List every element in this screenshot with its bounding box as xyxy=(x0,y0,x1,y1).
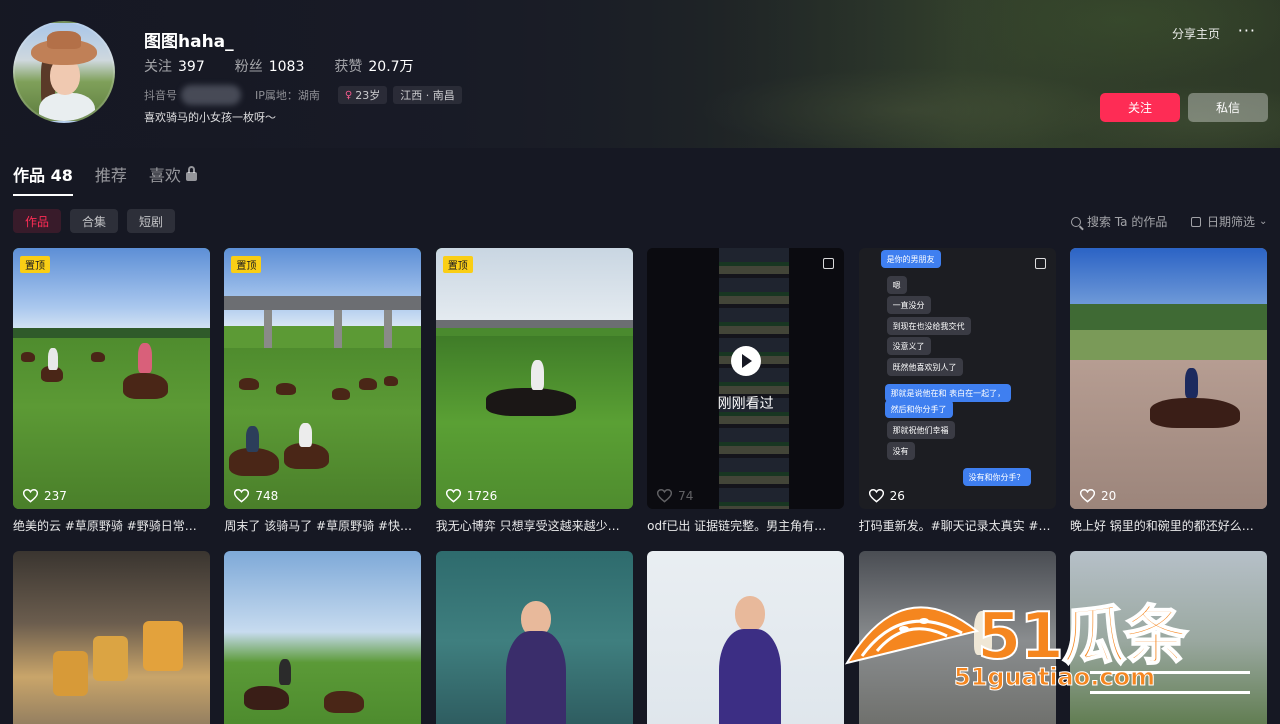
pinned-badge: 置顶 xyxy=(20,256,50,273)
sub-tabs: 作品 合集 短剧 xyxy=(13,209,176,233)
video-thumbnail[interactable]: 20 xyxy=(1069,248,1267,509)
recently-watched-label: 刚刚看过 xyxy=(717,396,774,412)
video-card[interactable] xyxy=(1069,551,1267,724)
profile-tabs: 作品 48 推荐 喜欢 xyxy=(13,162,197,196)
heart-icon xyxy=(1079,489,1095,503)
video-thumbnail[interactable] xyxy=(224,551,422,724)
gallery-icon xyxy=(823,258,835,269)
like-count: 237 xyxy=(23,489,67,503)
share-profile-button[interactable]: 分享主页 xyxy=(1172,25,1220,42)
heart-icon xyxy=(234,489,250,503)
follow-button[interactable]: 关注 xyxy=(1100,93,1180,122)
video-card[interactable] xyxy=(13,551,210,724)
more-options-icon[interactable]: ··· xyxy=(1238,21,1256,40)
like-count: 748 xyxy=(234,489,278,503)
video-thumbnail[interactable]: 置顶 1726 xyxy=(435,248,633,509)
profile-stats: 关注 397 粉丝 1083 获赞 20.7万 xyxy=(144,56,414,76)
video-thumbnail[interactable] xyxy=(435,551,633,724)
video-thumbnail[interactable] xyxy=(1069,551,1267,724)
avatar[interactable] xyxy=(13,21,115,123)
like-count: 1726 xyxy=(445,489,497,503)
video-caption[interactable]: odf已出 证据链完整。男主角有… xyxy=(647,518,844,534)
stat-following[interactable]: 关注 397 xyxy=(144,56,205,76)
like-count: 20 xyxy=(1079,489,1116,503)
video-card[interactable] xyxy=(858,551,1056,724)
stat-followers[interactable]: 粉丝 1083 xyxy=(235,56,305,76)
video-thumbnail[interactable] xyxy=(858,551,1056,724)
video-card[interactable]: 置顶 748 周末了 该骑马了 #草原野骑 #快… xyxy=(224,248,422,534)
video-card[interactable]: 置顶 1726 我无心博弈 只想享受这越来越少… xyxy=(435,248,633,534)
subtab-collections[interactable]: 合集 xyxy=(70,209,119,233)
video-card[interactable]: 20 晚上好 锅里的和碗里的都还好么… xyxy=(1069,248,1267,534)
tab-works[interactable]: 作品 48 xyxy=(13,162,73,196)
video-thumbnail[interactable]: 置顶 237 xyxy=(13,248,210,509)
video-card[interactable] xyxy=(224,551,422,724)
video-caption[interactable]: 打码重新发。#聊天记录太真实 #… xyxy=(859,518,1056,534)
video-caption[interactable]: 周末了 该骑马了 #草原野骑 #快… xyxy=(224,518,421,534)
like-count: 26 xyxy=(868,489,905,503)
location-tag: 江西 · 南昌 xyxy=(393,86,462,104)
female-icon: ♀ xyxy=(344,89,353,101)
video-card[interactable] xyxy=(435,551,633,724)
video-thumbnail[interactable]: 刚刚看过 74 xyxy=(647,248,845,509)
douyin-id: 抖音号 xyxy=(144,85,241,105)
video-card[interactable]: 是你的男朋友 嗯 一直没分 到现在也没给我交代 没意义了 既然他喜欢别人了 那就… xyxy=(858,248,1056,534)
video-card[interactable]: 刚刚看过 74 odf已出 证据链完整。男主角有… xyxy=(647,248,845,534)
pinned-badge: 置顶 xyxy=(231,256,262,273)
message-button[interactable]: 私信 xyxy=(1188,93,1268,122)
subtab-works[interactable]: 作品 xyxy=(13,209,62,233)
video-thumbnail[interactable]: 是你的男朋友 嗯 一直没分 到现在也没给我交代 没意义了 既然他喜欢别人了 那就… xyxy=(858,248,1056,509)
age-tag: ♀ 23岁 xyxy=(337,86,388,104)
search-works-button[interactable]: 搜索 Ta 的作品 xyxy=(1071,213,1167,230)
video-caption[interactable]: 我无心博弈 只想享受这越来越少… xyxy=(436,518,633,534)
tab-recommend[interactable]: 推荐 xyxy=(95,162,127,196)
video-card[interactable] xyxy=(647,551,845,724)
heart-icon xyxy=(657,489,673,503)
blurred-id xyxy=(181,85,241,105)
video-thumbnail[interactable]: 置顶 748 xyxy=(224,248,422,509)
date-filter-button[interactable]: 日期筛选 ⌄ xyxy=(1191,213,1267,230)
gallery-icon xyxy=(1034,258,1046,269)
play-icon[interactable] xyxy=(731,346,762,376)
ip-location: IP属地：湖南 xyxy=(255,89,320,102)
video-thumbnail[interactable] xyxy=(13,551,210,724)
profile-name: 图图haha_ xyxy=(144,32,234,52)
pinned-badge: 置顶 xyxy=(442,256,473,273)
stat-likes: 获赞 20.7万 xyxy=(334,59,414,75)
heart-icon xyxy=(868,489,884,503)
video-thumbnail[interactable] xyxy=(647,551,845,724)
like-count: 74 xyxy=(657,489,693,503)
tab-likes[interactable]: 喜欢 xyxy=(149,162,197,196)
lock-icon xyxy=(185,165,197,181)
video-caption[interactable]: 绝美的云 #草原野骑 #野骑日常… xyxy=(13,518,210,534)
search-icon xyxy=(1071,216,1081,227)
heart-icon xyxy=(445,489,461,503)
video-card[interactable]: 置顶 237 绝美的云 #草原野骑 #野骑日常… xyxy=(13,248,210,534)
profile-header: 图图haha_ 关注 397 粉丝 1083 获赞 20.7万 抖音号 IP属地：湖南… xyxy=(0,0,1280,148)
profile-bio: 喜欢骑马的小女孩一枚呀～ xyxy=(144,111,276,124)
subtab-short-drama[interactable]: 短剧 xyxy=(127,209,176,233)
chevron-down-icon: ⌄ xyxy=(1259,216,1268,227)
heart-icon xyxy=(23,489,38,503)
video-grid: 置顶 237 绝美的云 #草原野骑 #野骑日常… 置顶 748 周末了 该骑马了… xyxy=(13,248,1267,534)
video-caption[interactable]: 晚上好 锅里的和碗里的都还好么… xyxy=(1070,518,1267,534)
profile-meta: 抖音号 IP属地：湖南 ♀ 23岁 江西 · 南昌 xyxy=(144,85,468,105)
calendar-icon xyxy=(1191,216,1201,227)
video-grid-row-2 xyxy=(13,551,1267,724)
